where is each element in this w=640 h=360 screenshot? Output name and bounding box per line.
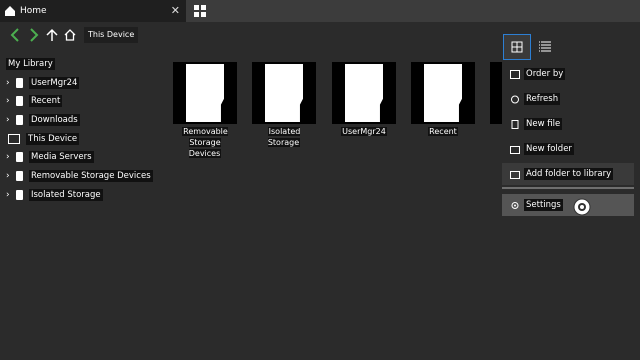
document-icon bbox=[16, 96, 23, 106]
tree-item-usermgr24[interactable]: › UserMgr24 bbox=[6, 76, 80, 90]
library-icon bbox=[510, 170, 520, 179]
tree-item-label: Removable Storage Devices bbox=[29, 170, 153, 182]
document-icon bbox=[186, 64, 224, 122]
menu-item-settings[interactable]: Settings bbox=[502, 194, 634, 216]
menu-item-label: New folder bbox=[524, 143, 574, 155]
computer-icon bbox=[8, 134, 20, 144]
document-icon bbox=[16, 78, 23, 88]
close-tab-icon[interactable]: ✕ bbox=[171, 4, 180, 17]
menu-separator bbox=[502, 187, 634, 189]
grid-view-icon[interactable] bbox=[503, 34, 531, 60]
tree-header-label: This Device bbox=[26, 133, 80, 145]
chevron-right-icon[interactable]: › bbox=[6, 190, 16, 200]
file-thumbnail bbox=[411, 62, 475, 124]
chevron-right-icon[interactable]: › bbox=[6, 152, 16, 162]
gear-icon bbox=[511, 201, 519, 209]
home-icon bbox=[5, 6, 15, 16]
tree-header-library[interactable]: My Library bbox=[6, 57, 55, 71]
document-icon bbox=[16, 171, 23, 181]
home-nav-icon[interactable] bbox=[63, 27, 77, 43]
tree-header-device[interactable]: This Device bbox=[8, 132, 80, 146]
menu-item-label: Order by bbox=[524, 68, 566, 80]
file-tile-partial[interactable] bbox=[490, 62, 502, 124]
tree-item-label: Media Servers bbox=[29, 151, 94, 163]
list-view-icon[interactable] bbox=[532, 34, 558, 58]
file-name: Recent bbox=[428, 127, 458, 136]
chevron-right-icon[interactable]: › bbox=[6, 171, 16, 181]
tree-header-label: My Library bbox=[6, 58, 55, 70]
chevron-right-icon[interactable]: › bbox=[6, 78, 16, 88]
forward-arrow-icon[interactable] bbox=[27, 27, 41, 43]
tab-home[interactable]: Home ✕ bbox=[0, 0, 186, 22]
file-name: Removable Storage Devices bbox=[182, 127, 228, 158]
document-icon bbox=[265, 64, 303, 122]
chevron-right-icon[interactable]: › bbox=[6, 115, 16, 125]
tree-item-label: Isolated Storage bbox=[29, 189, 103, 201]
file-icon bbox=[511, 119, 519, 129]
tab-title: Home bbox=[20, 6, 47, 16]
document-icon bbox=[16, 115, 23, 125]
context-menu: Order by Refresh New file New folder Add… bbox=[502, 32, 634, 224]
tab-bar: Home ✕ bbox=[0, 0, 640, 22]
document-icon bbox=[16, 152, 23, 162]
menu-item-add-folder-library[interactable]: Add folder to library bbox=[502, 163, 634, 185]
tree-item-media-servers[interactable]: › Media Servers bbox=[6, 150, 94, 164]
menu-item-new-folder[interactable]: New folder bbox=[502, 138, 634, 160]
menu-item-label: Refresh bbox=[524, 93, 561, 105]
file-thumbnail bbox=[173, 62, 237, 124]
menu-item-refresh[interactable]: Refresh bbox=[502, 88, 634, 110]
file-name: UserMgr24 bbox=[341, 127, 387, 136]
tree-item-label: UserMgr24 bbox=[29, 77, 80, 89]
breadcrumb[interactable]: This Device bbox=[84, 27, 139, 43]
new-tab-icon[interactable] bbox=[193, 4, 207, 18]
file-tile[interactable]: Recent bbox=[411, 62, 475, 137]
file-tile[interactable]: UserMgr24 bbox=[332, 62, 396, 137]
tree-item-label: Downloads bbox=[29, 114, 80, 126]
back-arrow-icon[interactable] bbox=[8, 27, 22, 43]
file-tile[interactable]: Isolated Storage bbox=[252, 62, 316, 148]
tree-item-isolated-storage[interactable]: › Isolated Storage bbox=[6, 188, 103, 202]
file-thumbnail bbox=[252, 62, 316, 124]
cursor-icon bbox=[573, 198, 591, 216]
file-name: Isolated Storage bbox=[267, 127, 301, 147]
file-tile[interactable]: Removable Storage Devices bbox=[173, 62, 237, 159]
tree-item-downloads[interactable]: › Downloads bbox=[6, 113, 80, 127]
tree-item-removable-storage[interactable]: › Removable Storage Devices bbox=[6, 169, 153, 183]
file-thumbnail bbox=[332, 62, 396, 124]
file-thumbnail bbox=[490, 62, 502, 124]
menu-item-label: New file bbox=[524, 118, 563, 130]
menu-item-order-by[interactable]: Order by bbox=[502, 63, 634, 85]
order-icon bbox=[510, 69, 520, 79]
up-arrow-icon[interactable] bbox=[45, 27, 59, 43]
menu-item-label: Add folder to library bbox=[524, 168, 614, 180]
document-icon bbox=[16, 190, 23, 200]
tree-item-label: Recent bbox=[29, 95, 63, 107]
tree-item-recent[interactable]: › Recent bbox=[6, 94, 63, 108]
folder-icon bbox=[510, 145, 520, 154]
menu-item-label: Settings bbox=[524, 199, 563, 211]
document-icon bbox=[424, 64, 462, 122]
refresh-icon bbox=[511, 95, 519, 103]
document-icon bbox=[345, 64, 383, 122]
chevron-right-icon[interactable]: › bbox=[6, 96, 16, 106]
menu-item-new-file[interactable]: New file bbox=[502, 113, 634, 135]
